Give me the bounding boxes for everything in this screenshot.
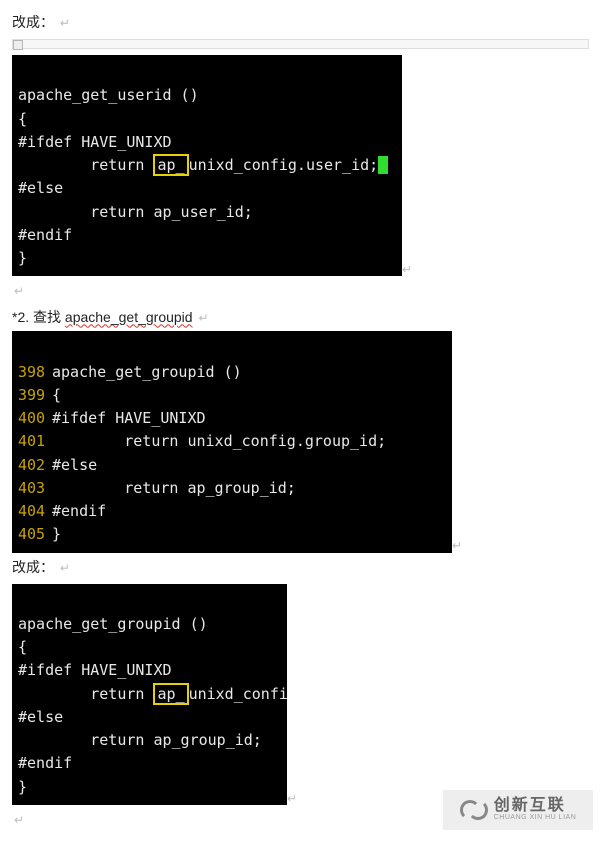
- paragraph-mark: ↵: [14, 813, 24, 827]
- code-line: return ap_group_id;: [18, 731, 262, 749]
- function-name: apache_get_groupid: [65, 309, 193, 325]
- code-line-pre: return: [18, 156, 153, 174]
- code-line: return ap_group_id;: [52, 479, 296, 497]
- paragraph-mark: ↵: [402, 262, 412, 276]
- code-block-userid-modified: apache_get_userid () { #ifdef HAVE_UNIXD…: [12, 55, 402, 276]
- code-line: #ifdef HAVE_UNIXD: [18, 133, 172, 151]
- paragraph-mark: ↵: [60, 561, 70, 575]
- line-number: 405: [18, 523, 52, 546]
- code-line-post: unixd_confi: [189, 685, 288, 703]
- code-line: #else: [18, 179, 63, 197]
- code-line: {: [52, 386, 61, 404]
- code-line: }: [18, 249, 27, 267]
- line-number: 403: [18, 477, 52, 500]
- step-prefix: *2.: [12, 309, 29, 325]
- paragraph-mark: ↵: [287, 791, 297, 805]
- watermark-zh: 创新互联: [494, 798, 577, 815]
- code-line: }: [52, 525, 61, 543]
- code-line: #ifdef HAVE_UNIXD: [18, 661, 172, 679]
- watermark: 创新互联 CHUANG XIN HU LIAN: [443, 790, 593, 830]
- code-line-pre: return: [18, 685, 153, 703]
- watermark-logo-icon: [460, 796, 488, 824]
- code-line: apache_get_groupid (): [18, 615, 208, 633]
- watermark-en: CHUANG XIN HU LIAN: [494, 814, 577, 821]
- code-image-row-3: apache_get_groupid () { #ifdef HAVE_UNIX…: [12, 584, 589, 805]
- code-line: #endif: [18, 226, 72, 244]
- text: 改成：: [12, 559, 54, 575]
- highlight-box: ap_: [153, 154, 188, 176]
- code-line: return ap_user_id;: [18, 203, 253, 221]
- code-line: #else: [52, 456, 97, 474]
- highlight-box: ap_: [153, 683, 188, 705]
- indent-ruler: [12, 39, 589, 49]
- code-block-groupid-modified: apache_get_groupid () { #ifdef HAVE_UNIX…: [12, 584, 287, 805]
- watermark-text: 创新互联 CHUANG XIN HU LIAN: [494, 798, 577, 822]
- code-block-groupid-original: 398apache_get_groupid () 399{ 400#ifdef …: [12, 331, 452, 552]
- code-line: #else: [18, 708, 63, 726]
- code-line: }: [18, 778, 27, 796]
- code-line: #endif: [18, 754, 72, 772]
- code-line: apache_get_userid (): [18, 86, 199, 104]
- code-line-post: unixd_config.user_id;: [189, 156, 379, 174]
- code-line: apache_get_groupid (): [52, 363, 242, 381]
- line-number: 402: [18, 454, 52, 477]
- paragraph-mark: ↵: [198, 311, 208, 325]
- text: 改成：: [12, 14, 54, 30]
- code-line: {: [18, 110, 27, 128]
- terminal-cursor: [378, 156, 388, 174]
- code-line: #ifdef HAVE_UNIXD: [52, 409, 206, 427]
- paragraph-mark: ↵: [14, 284, 24, 298]
- step-label: 查找: [33, 309, 65, 325]
- line-number: 400: [18, 407, 52, 430]
- paragraph-change-to-2: 改成： ↵: [12, 557, 589, 578]
- empty-paragraph: ↵: [12, 280, 589, 301]
- line-number: 401: [18, 430, 52, 453]
- line-number: 399: [18, 384, 52, 407]
- line-number: 404: [18, 500, 52, 523]
- step-2-line: *2. 查找 apache_get_groupid ↵: [12, 307, 589, 327]
- paragraph-mark: ↵: [452, 539, 462, 553]
- line-number: 398: [18, 361, 52, 384]
- code-image-row-2: 398apache_get_groupid () 399{ 400#ifdef …: [12, 331, 589, 552]
- code-line: return unixd_config.group_id;: [52, 432, 386, 450]
- code-line: #endif: [52, 502, 106, 520]
- paragraph-change-to-1: 改成： ↵: [12, 12, 589, 33]
- paragraph-mark: ↵: [60, 16, 70, 30]
- code-line: {: [18, 638, 27, 656]
- code-image-row-1: apache_get_userid () { #ifdef HAVE_UNIXD…: [12, 55, 589, 276]
